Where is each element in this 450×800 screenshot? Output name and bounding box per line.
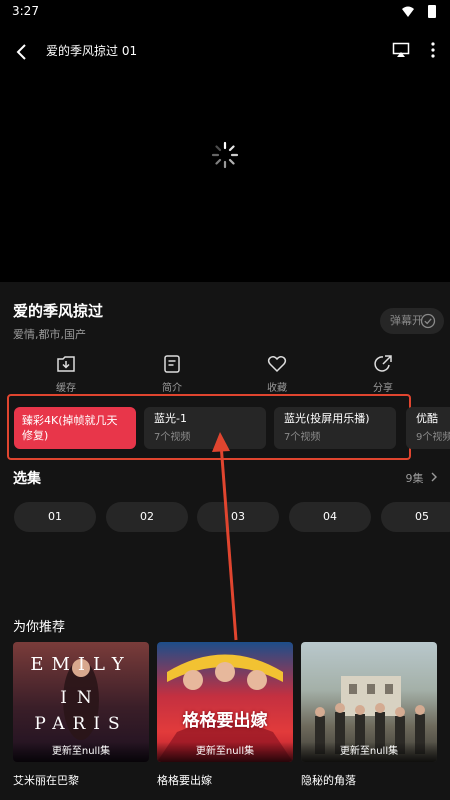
share-icon bbox=[374, 355, 392, 372]
poster-title-line-2: IN bbox=[60, 688, 102, 708]
chevron-right-icon bbox=[431, 472, 437, 482]
share-button[interactable]: 分享 bbox=[353, 354, 413, 398]
favorite-button[interactable]: 收藏 bbox=[247, 354, 307, 398]
intro-button[interactable]: 简介 bbox=[142, 354, 202, 398]
episode-list: 01 02 03 04 05 bbox=[14, 502, 450, 532]
danmaku-toggle[interactable]: 弹幕开 bbox=[380, 308, 444, 334]
heart-icon bbox=[267, 356, 287, 373]
poster-image: 更新至null集 bbox=[301, 642, 437, 762]
show-title: 爱的季风掠过 bbox=[13, 302, 104, 320]
info-doc-icon bbox=[164, 355, 180, 373]
source-selector: 臻彩4K(掉帧就几天修复) 蓝光-1 7个视频 蓝光(投屏用乐播) 7个视频 优… bbox=[14, 407, 450, 451]
episode-item[interactable]: 01 bbox=[14, 502, 96, 532]
source-item-bluray-cast[interactable]: 蓝光(投屏用乐播) 7个视频 bbox=[274, 407, 396, 449]
show-tags: 爱情,都市,国产 bbox=[13, 328, 86, 341]
episodes-count: 9集 bbox=[405, 472, 424, 485]
cache-button[interactable]: 缓存 bbox=[36, 354, 96, 398]
intro-label: 简介 bbox=[162, 383, 182, 394]
recommend-card[interactable]: EMILY IN PARIS 更新至null集 艾米丽在巴黎 bbox=[13, 642, 149, 788]
recommend-card[interactable]: 格格要出嫁 更新至null集 格格要出嫁 bbox=[157, 642, 293, 788]
favorite-label: 收藏 bbox=[267, 383, 287, 394]
source-count: 7个视频 bbox=[154, 432, 191, 443]
episodes-all-link[interactable]: 9集 bbox=[406, 470, 439, 486]
recommend-heading: 为你推荐 bbox=[13, 620, 66, 635]
source-name: 优酷 bbox=[416, 412, 438, 425]
source-item-youku[interactable]: 优酷 9个视频 bbox=[406, 407, 450, 449]
video-player[interactable]: 爱的季风掠过 01 bbox=[0, 26, 450, 282]
poster-image: 格格要出嫁 更新至null集 bbox=[157, 642, 293, 762]
source-name: 蓝光(投屏用乐播) bbox=[284, 412, 370, 425]
episode-item[interactable]: 03 bbox=[197, 502, 279, 532]
player-title: 爱的季风掠过 01 bbox=[46, 44, 138, 58]
update-badge: 更新至null集 bbox=[13, 742, 149, 762]
update-badge: 更新至null集 bbox=[157, 742, 293, 762]
cache-label: 缓存 bbox=[56, 383, 76, 394]
episodes-heading: 选集 bbox=[13, 471, 41, 487]
recommend-title: 格格要出嫁 bbox=[157, 774, 212, 787]
source-item-zhencai-4k[interactable]: 臻彩4K(掉帧就几天修复) bbox=[14, 407, 136, 449]
download-icon bbox=[57, 356, 75, 372]
status-time: 3:27 bbox=[12, 4, 39, 18]
more-options-icon[interactable] bbox=[426, 41, 440, 59]
source-item-bluray-1[interactable]: 蓝光-1 7个视频 bbox=[144, 407, 266, 449]
poster-title-line-3: PARIS bbox=[34, 714, 128, 734]
poster-title: 格格要出嫁 bbox=[182, 711, 268, 731]
recommend-list: EMILY IN PARIS 更新至null集 艾米丽在巴黎 格格要出嫁 更新至… bbox=[13, 642, 450, 800]
danmaku-label: 弹幕开 bbox=[390, 314, 423, 327]
cast-icon[interactable] bbox=[392, 41, 410, 59]
share-label: 分享 bbox=[373, 383, 393, 394]
update-badge: 更新至null集 bbox=[301, 742, 437, 762]
source-count: 7个视频 bbox=[284, 432, 321, 443]
loading-spinner-icon bbox=[211, 141, 239, 169]
detail-panel: 爱的季风掠过 爱情,都市,国产 弹幕开 缓存 简介 收藏 分享 臻彩4K(掉帧就… bbox=[0, 282, 450, 800]
action-bar: 缓存 简介 收藏 分享 bbox=[0, 354, 450, 398]
recommend-title: 艾米丽在巴黎 bbox=[13, 774, 79, 787]
source-count: 9个视频 bbox=[416, 432, 450, 443]
source-name: 蓝光-1 bbox=[154, 412, 187, 425]
battery-icon bbox=[428, 5, 436, 18]
poster-image: EMILY IN PARIS 更新至null集 bbox=[13, 642, 149, 762]
back-arrow-icon[interactable] bbox=[12, 42, 32, 62]
poster-title-line-1: EMILY bbox=[30, 654, 132, 675]
status-bar: 3:27 bbox=[0, 0, 450, 26]
episode-item[interactable]: 02 bbox=[106, 502, 188, 532]
episode-item[interactable]: 05 bbox=[381, 502, 450, 532]
recommend-title: 隐秘的角落 bbox=[301, 774, 356, 787]
source-name: 臻彩4K(掉帧就几天修复) bbox=[22, 414, 118, 442]
episode-item[interactable]: 04 bbox=[289, 502, 371, 532]
recommend-card[interactable]: 更新至null集 隐秘的角落 bbox=[301, 642, 437, 788]
wifi-icon bbox=[402, 6, 414, 17]
check-circle-icon bbox=[420, 313, 436, 329]
